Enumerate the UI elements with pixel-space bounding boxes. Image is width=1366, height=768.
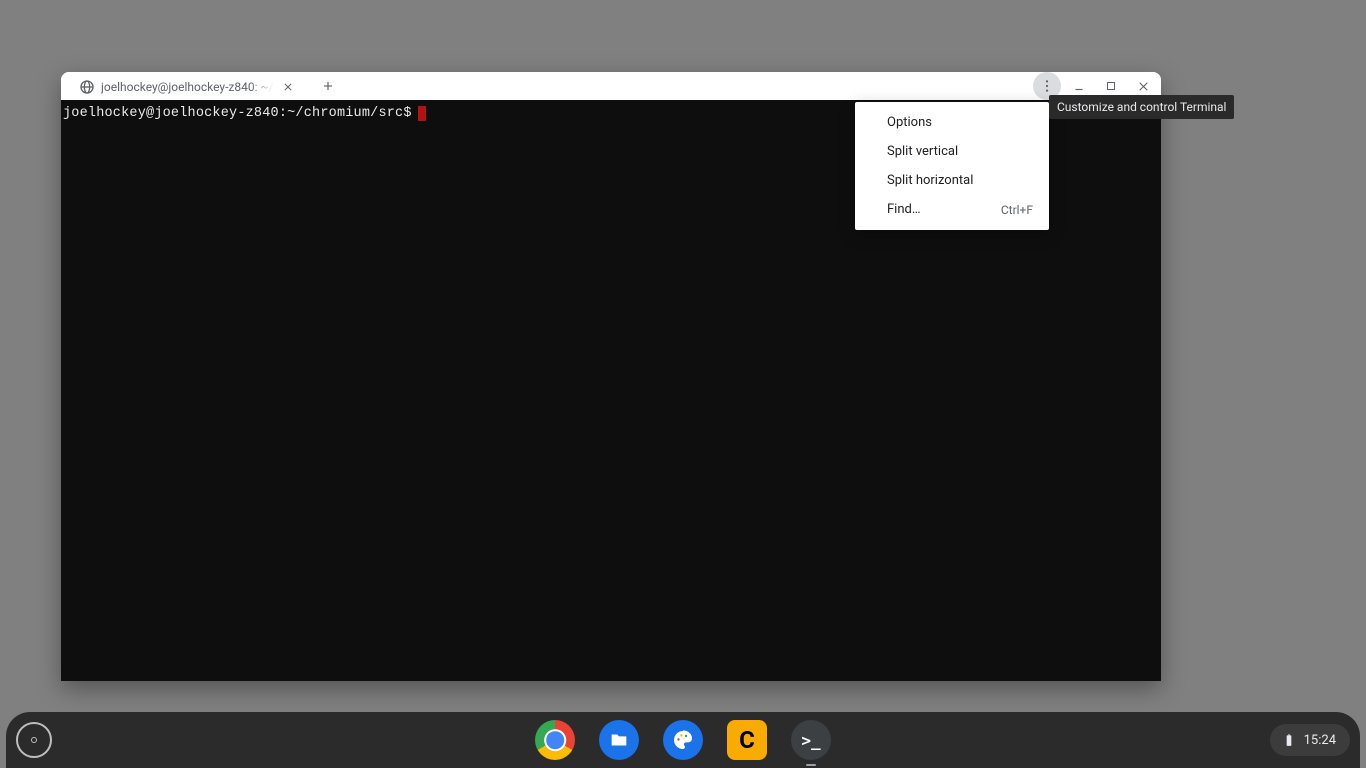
tab[interactable]: joelhockey@joelhockey-z840: ~/ [69, 75, 302, 99]
tab-title: joelhockey@joelhockey-z840: ~/ [101, 80, 274, 94]
context-menu: Options Split vertical Split horizontal … [855, 102, 1049, 230]
tooltip: Customize and control Terminal [1049, 95, 1234, 119]
tab-close-button[interactable] [280, 79, 296, 95]
menu-shortcut: Ctrl+F [1001, 203, 1033, 217]
status-tray[interactable]: 15:24 [1270, 724, 1350, 756]
terminal-window: joelhockey@joelhockey-z840: ~/ joelhocke… [61, 72, 1161, 681]
chrome-icon[interactable] [535, 720, 575, 760]
palette-icon[interactable] [663, 720, 703, 760]
clock: 15:24 [1304, 733, 1336, 748]
window-titlebar: joelhockey@joelhockey-z840: ~/ [61, 72, 1161, 100]
terminal-app-icon[interactable]: >_ [791, 720, 831, 760]
menu-item-options[interactable]: Options [855, 108, 1049, 137]
menu-item-split-vertical[interactable]: Split vertical [855, 137, 1049, 166]
c-app-icon[interactable]: C [727, 720, 767, 760]
prompt-glyph-icon: >_ [801, 731, 820, 750]
shelf: C >_ 15:24 [6, 712, 1360, 768]
globe-icon [79, 79, 95, 95]
cursor [418, 106, 426, 121]
shelf-apps: C >_ [535, 720, 831, 760]
launcher-button[interactable] [16, 722, 52, 758]
shell-prompt: joelhockey@joelhockey-z840:~/chromium/sr… [63, 106, 412, 121]
battery-icon [1282, 733, 1296, 747]
menu-item-find[interactable]: Find…Ctrl+F [855, 195, 1049, 224]
new-tab-button[interactable] [314, 72, 342, 100]
menu-item-split-horizontal[interactable]: Split horizontal [855, 166, 1049, 195]
files-icon[interactable] [599, 720, 639, 760]
